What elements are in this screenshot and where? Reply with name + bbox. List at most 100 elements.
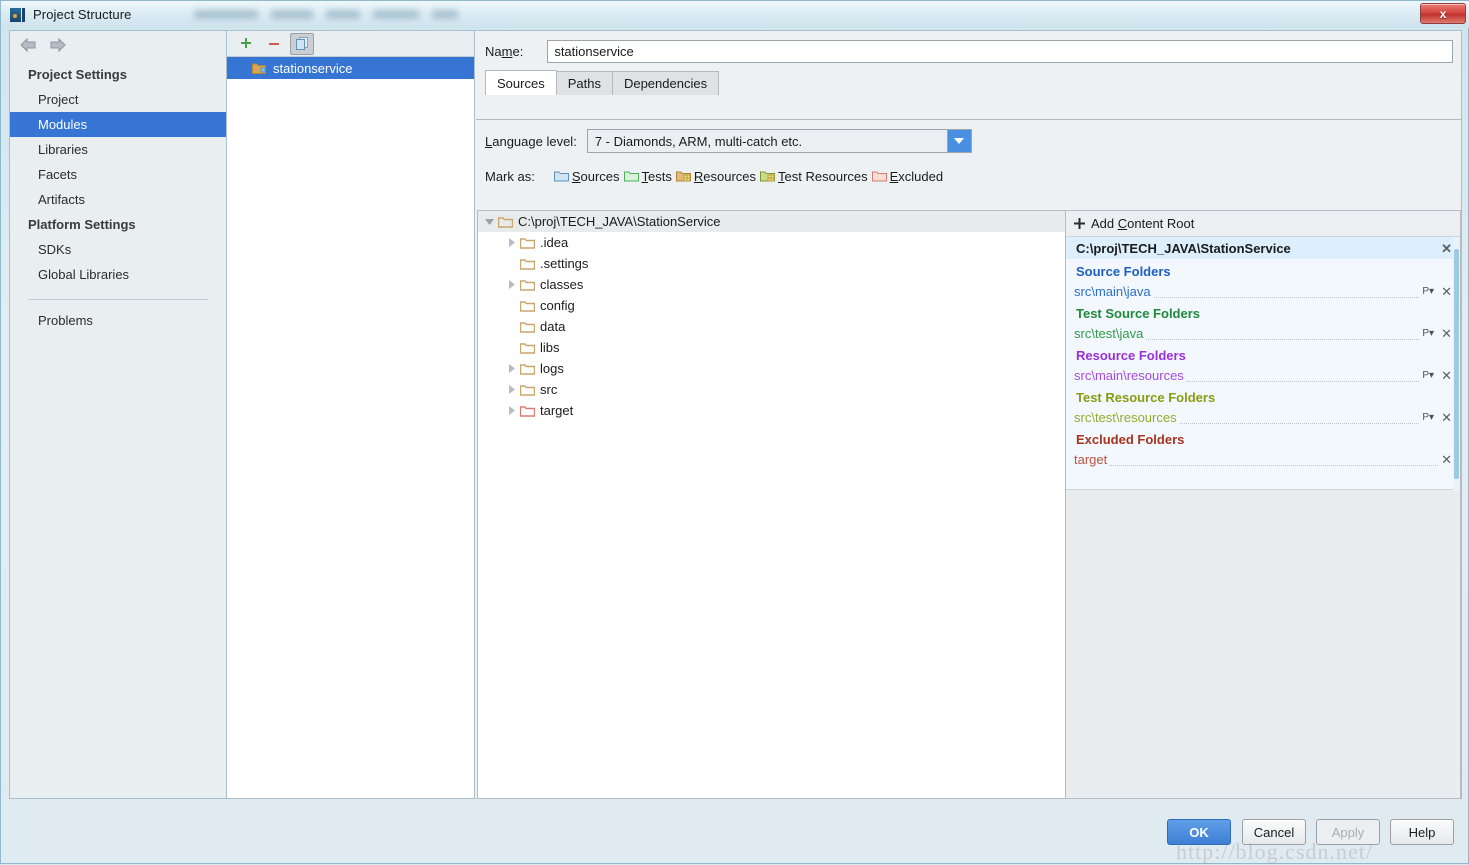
- tree-row[interactable]: libs: [478, 337, 1065, 358]
- tree-row[interactable]: classes: [478, 274, 1065, 295]
- sidebar-item-libraries[interactable]: Libraries: [10, 137, 226, 162]
- redacted-title-suffix: [193, 10, 458, 19]
- module-toolbar: [227, 31, 474, 57]
- add-module-button[interactable]: [234, 33, 258, 55]
- mark-as-sources-button[interactable]: Sources: [552, 167, 622, 186]
- help-button[interactable]: Help: [1390, 819, 1454, 845]
- mark-as-label: Mark as:: [485, 168, 535, 184]
- title-bar: Project Structure x: [1, 1, 1469, 28]
- package-prefix-button[interactable]: P▾: [1422, 286, 1434, 297]
- tree-node-label: target: [540, 403, 574, 418]
- language-level-value: 7 - Diamonds, ARM, multi-catch etc.: [594, 133, 803, 149]
- category-title: Test Resource Folders: [1076, 390, 1216, 405]
- category-title: Test Source Folders: [1076, 306, 1201, 321]
- mark-as-tests-button[interactable]: Tests: [622, 167, 674, 186]
- tree-row[interactable]: .idea: [478, 232, 1065, 253]
- tab-dependencies[interactable]: Dependencies: [611, 71, 720, 95]
- content-roots-scrollbar[interactable]: [1453, 237, 1460, 491]
- dot-filler: [1186, 369, 1420, 382]
- sources-tab-pane: Language level: 7 - Diamonds, ARM, multi…: [476, 119, 1461, 799]
- add-content-root-button[interactable]: Add Content Root: [1066, 211, 1460, 237]
- tree-row[interactable]: src: [478, 379, 1065, 400]
- tree-node-label: config: [540, 298, 575, 313]
- tree-row[interactable]: target: [478, 400, 1065, 421]
- close-button[interactable]: x: [1420, 3, 1466, 24]
- chevron-right-icon[interactable]: [502, 364, 520, 373]
- category-title: Resource Folders: [1076, 348, 1186, 363]
- cancel-button[interactable]: Cancel: [1242, 819, 1306, 845]
- mark-as-excluded-button[interactable]: Excluded: [870, 167, 945, 186]
- folder-entry[interactable]: src\test\java P▾ ✕: [1066, 323, 1460, 343]
- scrollbar-thumb[interactable]: [1454, 249, 1459, 479]
- category-resource-folders: Resource Folders: [1066, 343, 1460, 365]
- remove-folder-button[interactable]: ✕: [1441, 327, 1452, 340]
- mark-as-resources-button[interactable]: Resources: [674, 167, 758, 186]
- package-prefix-button[interactable]: P▾: [1422, 328, 1434, 339]
- tree-row[interactable]: config: [478, 295, 1065, 316]
- category-title: Source Folders: [1076, 264, 1171, 279]
- tab-sources[interactable]: Sources: [485, 70, 557, 95]
- folder-entry[interactable]: src\main\resources P▾ ✕: [1066, 365, 1460, 385]
- sidebar-item-global-libraries[interactable]: Global Libraries: [10, 262, 226, 287]
- package-prefix-button[interactable]: P▾: [1422, 370, 1434, 381]
- arrow-left-icon[interactable]: [20, 37, 37, 52]
- module-name-row: Name:: [475, 31, 1461, 71]
- mark-as-test-resources-button[interactable]: Test Resources: [758, 167, 870, 186]
- chevron-right-icon[interactable]: [502, 238, 520, 247]
- remove-folder-button[interactable]: ✕: [1441, 285, 1452, 298]
- folder-path: target: [1074, 451, 1108, 467]
- folder-icon: [520, 300, 535, 312]
- module-name-input[interactable]: [547, 39, 1453, 63]
- remove-folder-button[interactable]: ✕: [1441, 453, 1452, 466]
- module-item-stationservice[interactable]: stationservice: [227, 57, 474, 79]
- tree-node-label: .settings: [540, 256, 589, 271]
- chevron-right-icon[interactable]: [502, 406, 520, 415]
- language-level-select[interactable]: 7 - Diamonds, ARM, multi-catch etc.: [586, 129, 972, 153]
- module-tabs: Sources Paths Dependencies: [485, 70, 1461, 95]
- sources-split: C:\proj\TECH_JAVA\StationService .idea .…: [477, 210, 1461, 799]
- sidebar-group-platform-settings: Platform Settings: [28, 217, 136, 232]
- navigation-arrows: [10, 31, 226, 58]
- module-item-label: stationservice: [273, 60, 353, 76]
- remove-folder-button[interactable]: ✕: [1441, 369, 1452, 382]
- tree-row[interactable]: data: [478, 316, 1065, 337]
- folder-entry[interactable]: src\test\resources P▾ ✕: [1066, 407, 1460, 427]
- chevron-right-icon[interactable]: [502, 280, 520, 289]
- dot-filler: [1146, 327, 1420, 340]
- chevron-down-icon[interactable]: [946, 130, 971, 152]
- sidebar-item-problems[interactable]: Problems: [10, 308, 226, 333]
- chevron-down-icon[interactable]: [480, 217, 498, 226]
- chevron-right-icon[interactable]: [502, 385, 520, 394]
- plus-icon: [1074, 218, 1085, 229]
- dialog-content: Project Settings Project Modules Librari…: [9, 30, 1462, 799]
- folder-entry[interactable]: src\main\java P▾ ✕: [1066, 281, 1460, 301]
- copy-module-button[interactable]: [290, 32, 314, 55]
- content-root-header: C:\proj\TECH_JAVA\StationService ✕: [1066, 237, 1460, 259]
- module-list-panel: stationservice: [227, 30, 475, 799]
- category-test-source-folders: Test Source Folders: [1066, 301, 1460, 323]
- ok-button[interactable]: OK: [1167, 819, 1231, 845]
- tree-row[interactable]: logs: [478, 358, 1065, 379]
- folder-icon: [520, 342, 535, 354]
- module-name-label: Name:: [485, 43, 524, 59]
- tree-row[interactable]: .settings: [478, 253, 1065, 274]
- sidebar-item-project[interactable]: Project: [10, 87, 226, 112]
- tree-row[interactable]: C:\proj\TECH_JAVA\StationService: [478, 211, 1065, 232]
- arrow-right-icon[interactable]: [49, 37, 66, 52]
- remove-folder-button[interactable]: ✕: [1441, 411, 1452, 424]
- sidebar-item-modules[interactable]: Modules: [10, 112, 226, 137]
- sidebar-item-facets[interactable]: Facets: [10, 162, 226, 187]
- tree-node-label: C:\proj\TECH_JAVA\StationService: [518, 214, 721, 229]
- remove-module-button[interactable]: [262, 33, 286, 55]
- sidebar-item-artifacts[interactable]: Artifacts: [10, 187, 226, 212]
- package-prefix-button[interactable]: P▾: [1422, 412, 1434, 423]
- module-list: stationservice: [227, 57, 474, 79]
- tree-node-label: src: [540, 382, 558, 397]
- folder-entry[interactable]: target ✕: [1066, 449, 1460, 469]
- content-root-path: C:\proj\TECH_JAVA\StationService: [1076, 240, 1291, 256]
- sidebar-item-sdks[interactable]: SDKs: [10, 237, 226, 262]
- module-editor-panel: Name: Sources Paths Dependencies Languag…: [475, 30, 1462, 799]
- sidebar-group-project-settings: Project Settings: [28, 67, 127, 82]
- tab-paths[interactable]: Paths: [555, 71, 613, 95]
- remove-content-root-button[interactable]: ✕: [1441, 242, 1452, 255]
